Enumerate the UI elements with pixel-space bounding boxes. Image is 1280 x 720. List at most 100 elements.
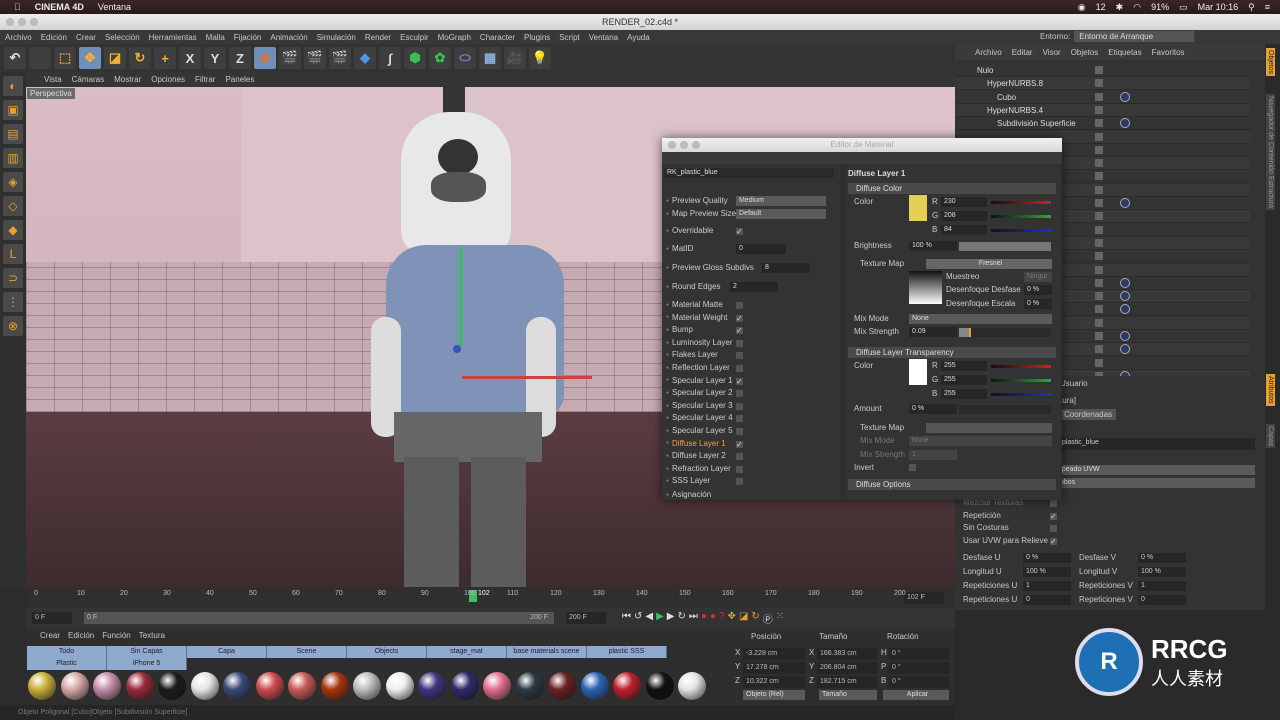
viewport-menu-item[interactable]: Opciones bbox=[151, 75, 185, 84]
material-layer-tab[interactable]: Capa bbox=[187, 646, 267, 658]
visibility-toggle[interactable] bbox=[1095, 265, 1103, 274]
menu-animación[interactable]: Animación bbox=[270, 33, 307, 42]
points-mode-icon[interactable]: ◈ bbox=[3, 172, 23, 192]
amount-field[interactable]: 0 % bbox=[909, 404, 957, 414]
mix-strength-field[interactable]: 0.09 bbox=[909, 327, 957, 337]
material-swatch[interactable] bbox=[158, 672, 186, 700]
material-menu-item[interactable]: Crear bbox=[40, 631, 60, 640]
channel-diffuse-layer-1[interactable]: Diffuse Layer 1 bbox=[666, 439, 726, 448]
attr-checkbox[interactable]: ✓ bbox=[1050, 537, 1057, 545]
position-field[interactable]: -3.228 cm bbox=[743, 648, 805, 660]
play-icon[interactable]: ▶ bbox=[656, 611, 664, 626]
material-tag-icon[interactable] bbox=[1120, 331, 1130, 341]
transparency-color-swatch[interactable] bbox=[909, 359, 927, 385]
material-swatch[interactable] bbox=[28, 672, 56, 700]
attr-field[interactable]: 1 bbox=[1138, 581, 1186, 591]
channel-material-weight[interactable]: Material Weight bbox=[666, 313, 727, 322]
visibility-toggle[interactable] bbox=[1095, 185, 1103, 194]
material-swatch[interactable] bbox=[288, 672, 316, 700]
material-layer-tab[interactable]: iPhone 5 bbox=[107, 658, 187, 670]
menu-ventana[interactable]: Ventana bbox=[589, 33, 618, 42]
menu-ayuda[interactable]: Ayuda bbox=[627, 33, 650, 42]
render-view-icon[interactable]: 🎬 bbox=[279, 47, 301, 69]
close-button[interactable] bbox=[668, 141, 676, 149]
side-tab[interactable]: Estructura bbox=[1266, 174, 1275, 210]
visibility-toggle[interactable] bbox=[1095, 66, 1103, 74]
channel-bump[interactable]: Bump bbox=[666, 325, 693, 334]
r-channel-slider[interactable] bbox=[991, 201, 1051, 204]
attr-checkbox[interactable]: ✓ bbox=[1050, 512, 1057, 520]
y-axis-handle[interactable] bbox=[459, 247, 462, 347]
cloud-icon[interactable]: ◉ bbox=[1078, 2, 1086, 13]
channel-reflection-layer[interactable]: Reflection Layer bbox=[666, 363, 730, 372]
material-swatch[interactable] bbox=[353, 672, 381, 700]
material-menu-item[interactable]: Función bbox=[102, 631, 130, 640]
mix-strength-slider[interactable] bbox=[959, 328, 1051, 337]
channel-checkbox[interactable] bbox=[736, 465, 743, 473]
matid-field[interactable]: 0 bbox=[736, 244, 786, 254]
diffuse-color-swatch[interactable] bbox=[909, 195, 927, 221]
polygons-mode-icon[interactable]: ◆ bbox=[3, 220, 23, 240]
side-tab[interactable]: Objetos bbox=[1266, 48, 1275, 77]
material-name-field[interactable]: RK_plastic_blue bbox=[664, 168, 834, 178]
object-menu-item[interactable]: Visor bbox=[1043, 48, 1061, 57]
material-tag-icon[interactable] bbox=[1120, 344, 1130, 355]
b-channel-field[interactable]: 255 bbox=[941, 389, 987, 399]
material-swatch[interactable] bbox=[678, 672, 706, 700]
menu-edición[interactable]: Edición bbox=[41, 33, 67, 42]
texture-map-shader[interactable]: Fresnel bbox=[926, 259, 1052, 269]
diffuse-color-section[interactable]: Diffuse Color bbox=[848, 183, 1056, 194]
camera-icon[interactable]: 🎥 bbox=[504, 47, 526, 69]
menu-malla[interactable]: Malla bbox=[206, 33, 225, 42]
material-layer-tab[interactable]: Sin Capas bbox=[107, 646, 187, 658]
material-swatch[interactable] bbox=[320, 672, 349, 700]
visibility-toggle[interactable] bbox=[1095, 119, 1103, 128]
texture-mode-icon[interactable]: ▤ bbox=[3, 124, 23, 144]
viewport-menu-item[interactable]: Mostrar bbox=[114, 75, 141, 84]
material-swatch[interactable] bbox=[255, 672, 284, 700]
record-icon[interactable]: ● bbox=[701, 611, 707, 626]
material-swatch[interactable] bbox=[93, 672, 121, 700]
map-preview-select[interactable]: Default bbox=[736, 209, 826, 219]
list-icon[interactable]: ≡ bbox=[1265, 2, 1270, 12]
current-frame-field[interactable]: 102 F bbox=[904, 592, 944, 604]
menu-archivo[interactable]: Archivo bbox=[5, 33, 32, 42]
apply-button[interactable]: Aplicar bbox=[883, 690, 949, 700]
start-frame-field[interactable]: 0 F bbox=[32, 612, 72, 624]
material-link-field[interactable]: _plastic_blue bbox=[1055, 438, 1255, 450]
coord-mode-select[interactable]: Objeto (Rel) bbox=[743, 690, 805, 700]
material-layer-tab[interactable]: Plastic bbox=[27, 658, 107, 670]
visibility-toggle[interactable] bbox=[1095, 172, 1103, 181]
visibility-toggle[interactable] bbox=[1095, 305, 1103, 314]
attr-field[interactable]: 100 % bbox=[1138, 567, 1186, 577]
scale-icon[interactable]: ◪ bbox=[104, 47, 126, 69]
material-layer-tab[interactable]: base materials scene bbox=[507, 646, 587, 658]
bluetooth-icon[interactable]: ✱ bbox=[1116, 2, 1124, 13]
floor-icon[interactable]: ▦ bbox=[479, 47, 501, 69]
channel-flakes-layer[interactable]: Flakes Layer bbox=[666, 350, 718, 359]
channel-checkbox[interactable] bbox=[736, 365, 743, 372]
visibility-toggle[interactable] bbox=[1095, 79, 1103, 88]
app-menu[interactable]: CINEMA 4D bbox=[35, 2, 84, 12]
object-menu-item[interactable]: Favoritos bbox=[1152, 48, 1185, 57]
object-row[interactable]: Subdivisión Superficie bbox=[955, 117, 1250, 131]
channel-specular-layer-5[interactable]: Specular Layer 5 bbox=[666, 426, 732, 435]
channel-checkbox[interactable] bbox=[736, 415, 743, 423]
side-select[interactable]: mbos bbox=[1055, 478, 1255, 488]
x-axis-button[interactable]: X bbox=[179, 47, 201, 69]
menu-fijación[interactable]: Fijación bbox=[234, 33, 262, 42]
visibility-toggle[interactable] bbox=[1095, 358, 1103, 367]
pla-key-icon[interactable]: ⁙ bbox=[776, 611, 784, 626]
attr-field[interactable]: 0 bbox=[1138, 595, 1186, 605]
x-axis-handle[interactable] bbox=[462, 376, 592, 379]
select-icon[interactable]: ⬚ bbox=[54, 47, 76, 69]
material-swatch[interactable] bbox=[450, 672, 479, 700]
viewport-menu-item[interactable]: Vista bbox=[44, 75, 62, 84]
position-field[interactable]: 17.278 cm bbox=[743, 662, 805, 674]
visibility-toggle[interactable] bbox=[1095, 159, 1103, 168]
menu-herramientas[interactable]: Herramientas bbox=[149, 33, 197, 42]
rotation-field[interactable]: 0 ° bbox=[889, 662, 949, 674]
zoom-button[interactable] bbox=[692, 141, 700, 149]
rotate-icon[interactable]: ↻ bbox=[129, 47, 151, 69]
attr-mode[interactable]: Usuario bbox=[1060, 379, 1088, 388]
